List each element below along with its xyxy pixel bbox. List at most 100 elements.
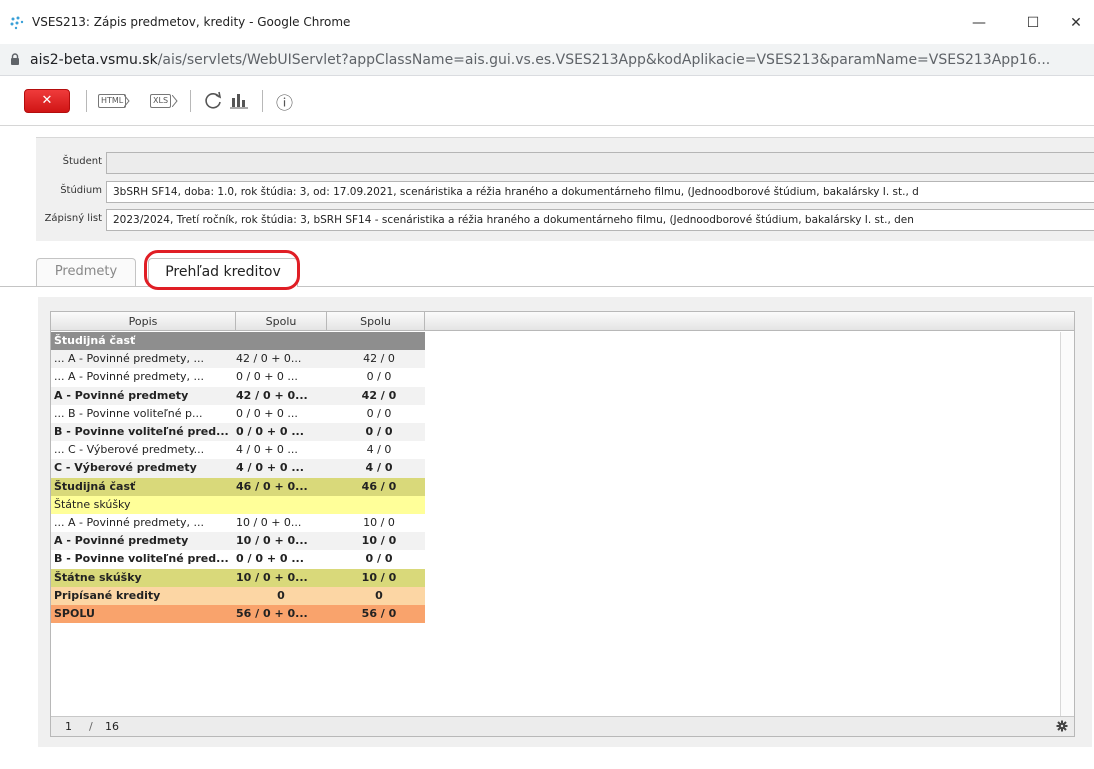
cell-spolu: 10 / 0 bbox=[363, 516, 395, 529]
cell-spolu: 42 / 0 + 0... bbox=[236, 388, 308, 402]
gear-icon[interactable] bbox=[1056, 720, 1068, 732]
enrollment-field: 2023/2024, Tretí ročník, rok štúdia: 3, … bbox=[106, 209, 1094, 231]
cell-spolu: 0 bbox=[375, 588, 383, 602]
cell-spolu: 0 / 0 bbox=[365, 425, 393, 438]
table-row[interactable]: ... A - Povinné predmety, ... 0 / 0 + 0 .… bbox=[51, 368, 425, 387]
cell-spolu: 56 / 0 bbox=[361, 607, 397, 620]
cell-popis: ... A - Povinné predmety, ... bbox=[54, 370, 205, 384]
row-count: 16 bbox=[105, 720, 119, 733]
table-row[interactable]: A - Povinné predmety 42 / 0 + 0... 42 / 0 bbox=[51, 386, 425, 405]
table-row[interactable]: Študijná časť bbox=[51, 332, 425, 351]
cell-popis: A - Povinné predmety bbox=[54, 534, 189, 548]
cell-spolu: 10 / 0 bbox=[361, 570, 397, 584]
cell-spolu: 4 / 0 + 0 ... bbox=[236, 443, 298, 457]
toolbar-separator bbox=[86, 90, 87, 112]
cell-popis: C - Výberové predmety bbox=[54, 461, 197, 475]
column-header-spolu[interactable]: Spolu bbox=[327, 312, 425, 331]
tab-predmety[interactable]: Predmety bbox=[36, 258, 136, 286]
cell-popis: A - Povinné predmety bbox=[54, 388, 189, 402]
study-label: Štúdium bbox=[60, 185, 102, 196]
table-row[interactable]: ... C - Výberové predmety... 4 / 0 + 0 ..… bbox=[51, 441, 425, 460]
cell-spolu: 42 / 0 + 0... bbox=[236, 352, 302, 366]
cell-spolu: 10 / 0 bbox=[361, 534, 397, 548]
table-row[interactable]: Pripísané kredity 0 0 bbox=[51, 586, 425, 605]
table-row[interactable]: Študijná časť 46 / 0 + 0... 46 / 0 bbox=[51, 477, 425, 496]
cell-spolu: 0 bbox=[277, 588, 285, 602]
table-row[interactable]: B - Povinne voliteľné pred... 0 / 0 + 0 .… bbox=[51, 550, 425, 569]
cell-spolu: 0 / 0 + 0 ... bbox=[236, 552, 304, 566]
table-row[interactable]: A - Povinné predmety 10 / 0 + 0... 10 / 0 bbox=[51, 532, 425, 551]
address-bar[interactable]: ais2-beta.vsmu.sk/ais/servlets/WebUIServ… bbox=[0, 44, 1094, 76]
export-xls-arrow-icon bbox=[172, 95, 178, 107]
active-tab-highlight bbox=[144, 250, 300, 290]
close-button[interactable]: ✕ bbox=[24, 89, 70, 113]
cell-popis: B - Povinne voliteľné pred... bbox=[54, 425, 229, 438]
cell-popis: Študijná časť bbox=[54, 479, 136, 493]
current-page[interactable]: 1 bbox=[65, 720, 72, 733]
url-text[interactable]: ais2-beta.vsmu.sk/ais/servlets/WebUIServ… bbox=[30, 52, 1050, 68]
toolbar-separator bbox=[262, 90, 263, 112]
column-chart-icon[interactable] bbox=[228, 89, 250, 111]
lock-icon bbox=[11, 53, 19, 65]
table-row[interactable]: ... A - Povinné predmety, ... 42 / 0 + 0.… bbox=[51, 350, 425, 369]
cell-spolu: 46 / 0 bbox=[361, 479, 397, 493]
minimize-button[interactable]: — bbox=[956, 6, 1002, 40]
table-row[interactable]: C - Výberové predmety 4 / 0 + 0 ... 4 / 0 bbox=[51, 459, 425, 478]
cell-popis: B - Povinne voliteľné pred... bbox=[54, 552, 229, 566]
cell-spolu: 4 / 0 + 0 ... bbox=[236, 461, 304, 475]
cell-popis: ... B - Povinne voliteľné p... bbox=[54, 406, 203, 420]
cell-spolu: 42 / 0 bbox=[361, 388, 397, 402]
cell-spolu: 4 / 0 bbox=[366, 443, 392, 457]
cell-spolu: 0 / 0 bbox=[365, 552, 393, 566]
cell-spolu: 4 / 0 bbox=[365, 461, 393, 475]
student-row: Študent bbox=[36, 151, 1094, 175]
column-header-popis[interactable]: Popis bbox=[51, 312, 236, 331]
student-field bbox=[106, 152, 1094, 174]
study-row: Štúdium 3bSRH SF14, doba: 1.0, rok štúdi… bbox=[36, 180, 1094, 204]
maximize-button[interactable]: ☐ bbox=[1010, 6, 1056, 40]
export-xls-button[interactable]: XLS bbox=[150, 94, 172, 108]
export-html-button[interactable]: HTML bbox=[98, 94, 127, 108]
toolbar-separator bbox=[190, 90, 191, 112]
cell-popis: ... C - Výberové predmety... bbox=[54, 443, 205, 457]
table-row[interactable]: B - Povinne voliteľné pred... 0 / 0 + 0 .… bbox=[51, 423, 425, 442]
cell-spolu: 56 / 0 + 0... bbox=[236, 607, 308, 620]
window-titlebar: VSES213: Zápis predmetov, kredity - Goog… bbox=[0, 0, 1094, 44]
cell-spolu: 10 / 0 + 0... bbox=[236, 516, 302, 529]
cell-spolu: 42 / 0 bbox=[363, 352, 395, 366]
refresh-icon[interactable] bbox=[202, 89, 224, 111]
enrollment-label: Zápisný list bbox=[44, 213, 102, 224]
cell-spolu: 0 / 0 bbox=[366, 370, 392, 384]
app-toolbar: ✕ HTML XLS ⓘ bbox=[0, 76, 1094, 126]
vertical-scrollbar[interactable] bbox=[1060, 332, 1074, 717]
cell-spolu: 10 / 0 + 0... bbox=[236, 570, 308, 584]
cell-spolu: 0 / 0 + 0 ... bbox=[236, 370, 298, 384]
student-label: Študent bbox=[62, 156, 102, 167]
grid-footer: 1 / 16 bbox=[51, 716, 1074, 736]
cell-popis: Pripísané kredity bbox=[54, 588, 161, 602]
cell-popis: ... A - Povinné predmety, ... bbox=[54, 516, 205, 529]
study-field: 3bSRH SF14, doba: 1.0, rok štúdia: 3, od… bbox=[106, 181, 1094, 203]
grid-header: Popis Spolu Spolu bbox=[51, 312, 1074, 331]
cell-spolu: 0 / 0 + 0 ... bbox=[236, 406, 298, 420]
student-info-panel: Študent Štúdium 3bSRH SF14, doba: 1.0, r… bbox=[36, 137, 1094, 241]
close-window-button[interactable]: ✕ bbox=[1058, 6, 1094, 40]
info-button[interactable]: ⓘ bbox=[276, 89, 293, 114]
window-title: VSES213: Zápis predmetov, kredity - Goog… bbox=[32, 15, 351, 29]
cell-spolu: 0 / 0 bbox=[366, 406, 392, 420]
export-html-arrow-icon bbox=[124, 95, 130, 107]
app-icon bbox=[10, 16, 24, 30]
column-header-spolu[interactable]: Spolu bbox=[236, 312, 327, 331]
table-row[interactable]: SPOLU 56 / 0 + 0... 56 / 0 bbox=[51, 605, 425, 624]
credits-grid: Popis Spolu Spolu Študijná časť ... A - P… bbox=[50, 311, 1075, 737]
table-row[interactable]: ... B - Povinne voliteľné p... 0 / 0 + 0 … bbox=[51, 404, 425, 423]
cell-popis: SPOLU bbox=[54, 607, 95, 620]
cell-spolu: 46 / 0 + 0... bbox=[236, 479, 308, 493]
cell-popis: Štátne skúšky bbox=[54, 570, 142, 584]
page-separator: / bbox=[89, 720, 93, 733]
cell-spolu: 10 / 0 + 0... bbox=[236, 534, 308, 548]
table-row[interactable]: Štátne skúšky 10 / 0 + 0... 10 / 0 bbox=[51, 568, 425, 587]
table-row[interactable]: Štátne skúšky bbox=[51, 495, 425, 514]
table-row[interactable]: ... A - Povinné predmety, ... 10 / 0 + 0.… bbox=[51, 514, 425, 533]
url-host: ais2-beta.vsmu.sk bbox=[30, 52, 158, 68]
